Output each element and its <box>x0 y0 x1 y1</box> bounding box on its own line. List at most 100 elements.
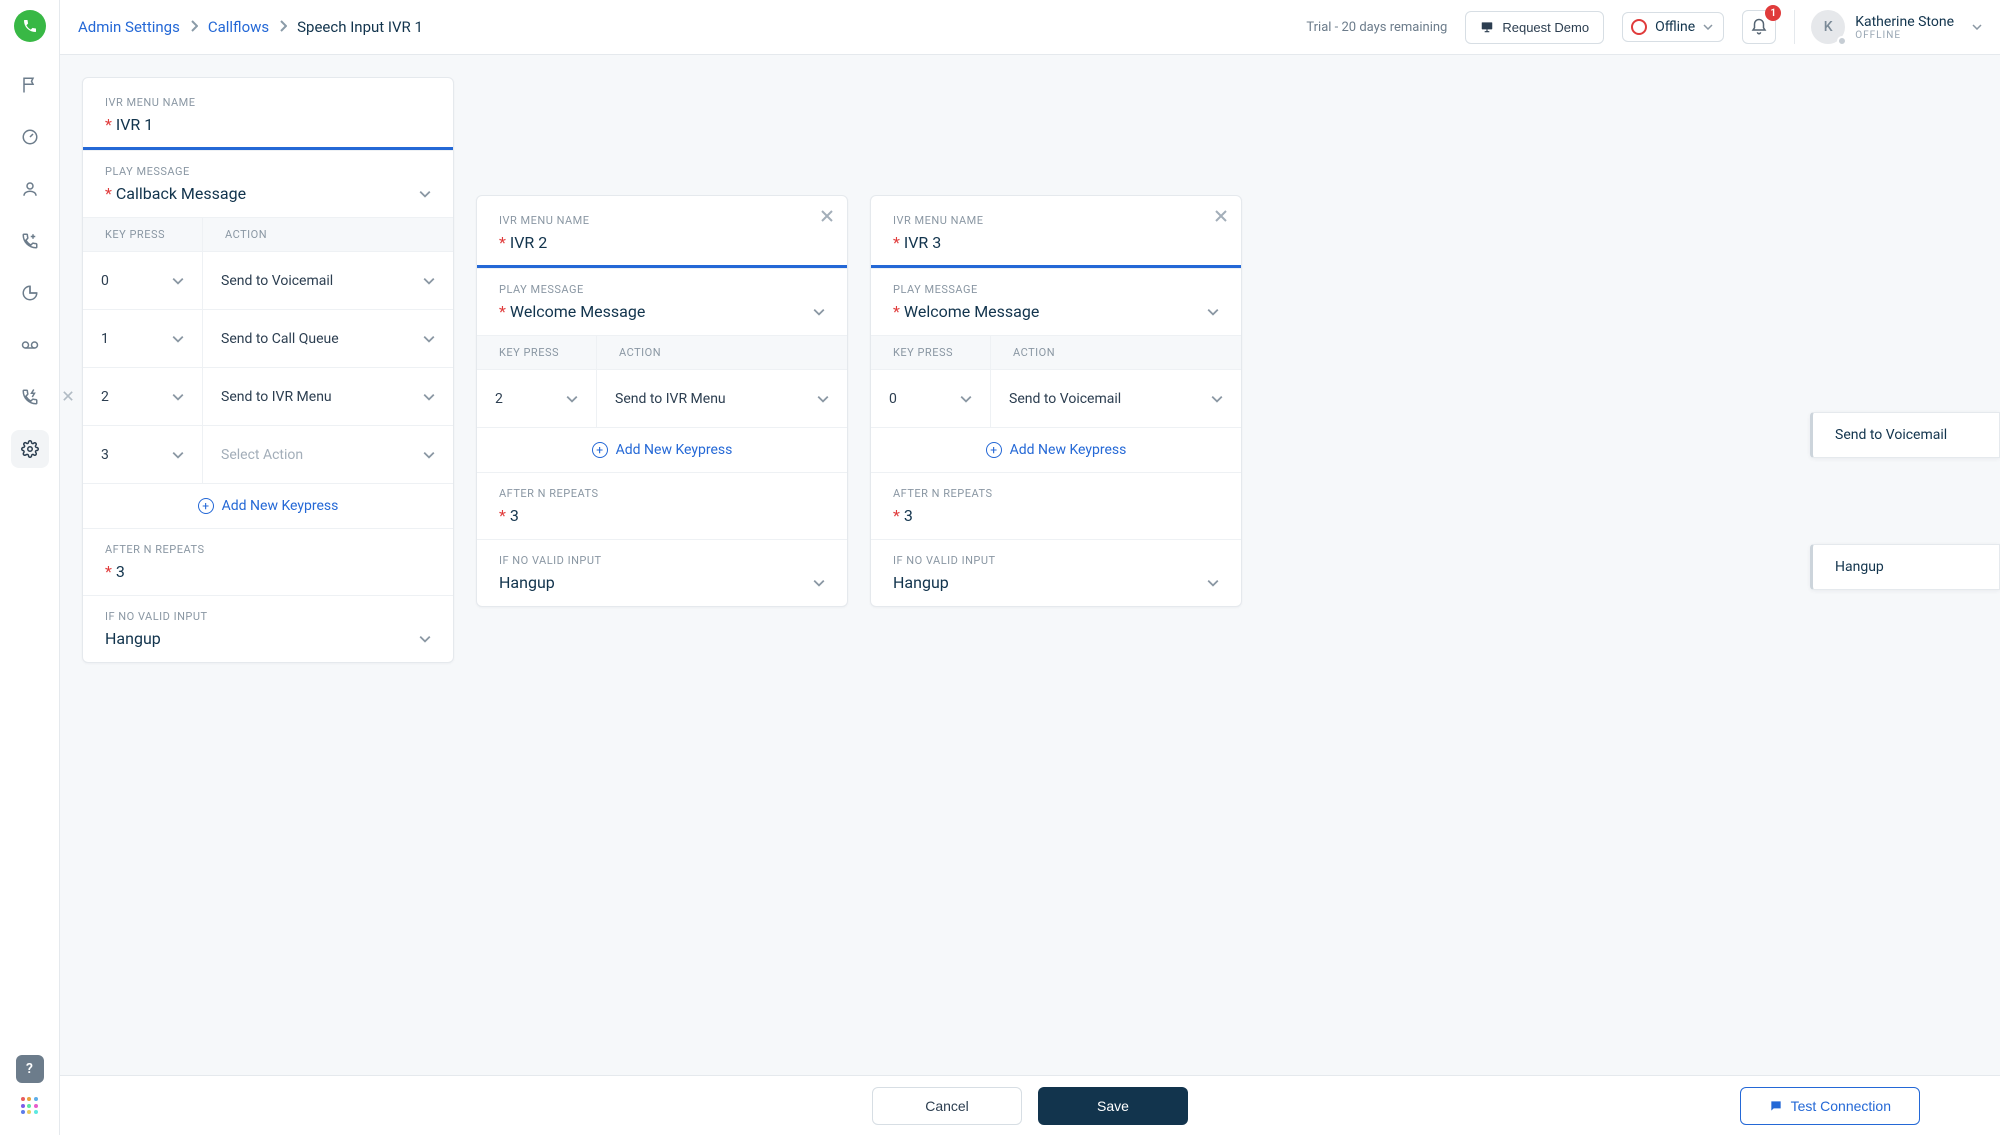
after-n-repeats-value: 3 <box>510 506 519 525</box>
play-message-value: Welcome Message <box>510 302 645 321</box>
request-demo-button[interactable]: Request Demo <box>1465 11 1604 44</box>
no-valid-input-label: IF NO VALID INPUT <box>499 554 825 567</box>
after-n-repeats-label: AFTER N REPEATS <box>893 487 1219 500</box>
chevron-down-icon <box>172 335 184 343</box>
keypress-key-dropdown[interactable]: 3 <box>83 426 203 483</box>
sidebar-item-dashboard[interactable] <box>11 118 49 156</box>
keypress-action-dropdown[interactable]: Send to IVR Menu <box>597 370 847 427</box>
no-valid-input-dropdown[interactable]: IF NO VALID INPUT Hangup <box>871 539 1241 606</box>
chevron-down-icon <box>172 393 184 401</box>
apps-launcher[interactable] <box>21 1097 39 1115</box>
close-icon <box>821 210 833 222</box>
play-message-dropdown[interactable]: PLAY MESSAGE *Welcome Message <box>477 269 847 335</box>
sidebar-item-flag[interactable] <box>11 66 49 104</box>
user-icon <box>21 180 39 198</box>
chevron-down-icon <box>419 190 431 198</box>
breadcrumb-admin-settings[interactable]: Admin Settings <box>78 18 180 36</box>
keypress-action-dropdown[interactable]: Send to Call Queue <box>203 310 453 367</box>
ivr-name-value[interactable]: *IVR 2 <box>499 233 825 252</box>
sidebar-item-contacts[interactable] <box>11 170 49 208</box>
ivr-card-1: IVR MENU NAME *IVR 1 PLAY MESSAGE *Callb… <box>82 77 454 663</box>
chevron-down-icon <box>1211 395 1223 403</box>
help-button[interactable]: ? <box>16 1055 44 1083</box>
sidebar-item-settings[interactable] <box>11 430 49 468</box>
play-message-dropdown[interactable]: PLAY MESSAGE *Callback Message <box>83 151 453 217</box>
after-n-repeats-field[interactable]: AFTER N REPEATS *3 <box>477 473 847 539</box>
action-header: ACTION <box>597 336 683 369</box>
chevron-down-icon <box>566 395 578 403</box>
ivr-name-value[interactable]: *IVR 1 <box>105 115 431 134</box>
keypress-action-dropdown[interactable]: Send to Voicemail <box>203 252 453 309</box>
chevron-right-icon <box>279 18 287 36</box>
add-keypress-button[interactable]: + Add New Keypress <box>477 428 847 473</box>
trial-status: Trial - 20 days remaining <box>1306 20 1447 35</box>
keypress-key-dropdown[interactable]: 0 <box>871 370 991 427</box>
keypress-key-dropdown[interactable]: 1 <box>83 310 203 367</box>
topbar: Admin Settings Callflows Speech Input IV… <box>60 0 2000 55</box>
edge-chip-hangup[interactable]: Hangup <box>1810 544 2000 590</box>
sidebar: ? <box>0 0 60 1135</box>
add-keypress-button[interactable]: + Add New Keypress <box>83 484 453 529</box>
chevron-down-icon <box>423 335 435 343</box>
close-card-button[interactable] <box>821 210 833 226</box>
voicemail-icon <box>20 336 40 354</box>
no-valid-input-dropdown[interactable]: IF NO VALID INPUT Hangup <box>477 539 847 606</box>
after-n-repeats-label: AFTER N REPEATS <box>105 543 431 556</box>
notifications-button[interactable]: 1 <box>1742 10 1776 44</box>
breadcrumb: Admin Settings Callflows Speech Input IV… <box>78 18 423 36</box>
brand-logo <box>14 10 46 42</box>
chevron-down-icon <box>960 395 972 403</box>
add-keypress-label: Add New Keypress <box>616 442 733 458</box>
phone-plus-icon <box>21 232 39 250</box>
footer: Cancel Save Test Connection <box>60 1075 2000 1135</box>
after-n-repeats-field[interactable]: AFTER N REPEATS *3 <box>83 529 453 595</box>
add-keypress-label: Add New Keypress <box>222 498 339 514</box>
breadcrumb-callflows[interactable]: Callflows <box>208 18 269 36</box>
keypress-header: KEY PRESS <box>83 218 203 251</box>
play-message-dropdown[interactable]: PLAY MESSAGE *Welcome Message <box>871 269 1241 335</box>
no-valid-input-value: Hangup <box>105 629 161 648</box>
presentation-icon <box>1480 20 1494 34</box>
after-n-repeats-label: AFTER N REPEATS <box>499 487 825 500</box>
test-connection-label: Test Connection <box>1791 1098 1891 1114</box>
keypress-row: 0Send to Voicemail <box>83 252 453 310</box>
sidebar-item-calls[interactable] <box>11 222 49 260</box>
ivr-name-label: IVR MENU NAME <box>893 214 1219 227</box>
play-message-label: PLAY MESSAGE <box>105 165 431 178</box>
remove-row-button[interactable] <box>63 389 73 405</box>
profile-menu[interactable]: K Katherine Stone OFFLINE <box>1794 10 1982 44</box>
keypress-header: KEY PRESS <box>477 336 597 369</box>
keypress-header: KEY PRESS <box>871 336 991 369</box>
availability-status-dropdown[interactable]: Offline <box>1622 12 1724 42</box>
cancel-button[interactable]: Cancel <box>872 1087 1022 1125</box>
keypress-action-dropdown[interactable]: Select Action <box>203 426 453 483</box>
save-button[interactable]: Save <box>1038 1087 1188 1125</box>
sidebar-item-power-dialer[interactable] <box>11 378 49 416</box>
sidebar-item-voicemail[interactable] <box>11 326 49 364</box>
keypress-key-dropdown[interactable]: 2 <box>83 368 203 425</box>
after-n-repeats-field[interactable]: AFTER N REPEATS *3 <box>871 473 1241 539</box>
chevron-down-icon <box>419 635 431 643</box>
keypress-key-dropdown[interactable]: 2 <box>477 370 597 427</box>
chevron-down-icon <box>817 395 829 403</box>
keypress-action-dropdown[interactable]: Send to IVR Menu <box>203 368 453 425</box>
edge-chip-voicemail[interactable]: Send to Voicemail <box>1810 412 2000 458</box>
presence-dot-icon <box>1837 36 1847 46</box>
chevron-down-icon <box>423 277 435 285</box>
keypress-key-dropdown[interactable]: 0 <box>83 252 203 309</box>
keypress-row: 2Send to IVR Menu <box>83 368 453 426</box>
ivr-name-value[interactable]: *IVR 3 <box>893 233 1219 252</box>
availability-status-label: Offline <box>1655 19 1695 35</box>
chevron-down-icon <box>1703 24 1713 30</box>
ivr-card-2: IVR MENU NAME *IVR 2 PLAY MESSAGE *Welco… <box>476 195 848 607</box>
sidebar-item-reports[interactable] <box>11 274 49 312</box>
add-keypress-button[interactable]: + Add New Keypress <box>871 428 1241 473</box>
after-n-repeats-value: 3 <box>116 562 125 581</box>
keypress-action-dropdown[interactable]: Send to Voicemail <box>991 370 1241 427</box>
request-demo-label: Request Demo <box>1502 20 1589 35</box>
no-valid-input-dropdown[interactable]: IF NO VALID INPUT Hangup <box>83 595 453 662</box>
test-connection-button[interactable]: Test Connection <box>1740 1087 1920 1125</box>
chevron-down-icon <box>813 579 825 587</box>
play-message-value: Callback Message <box>116 184 246 203</box>
close-card-button[interactable] <box>1215 210 1227 226</box>
